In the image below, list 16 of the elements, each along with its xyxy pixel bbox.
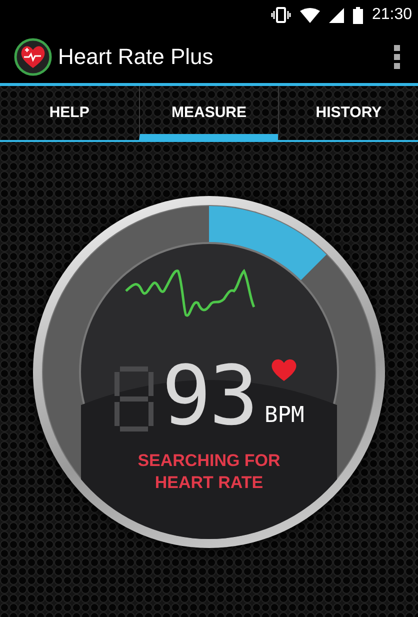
tab[interactable]: HELP [0,86,139,140]
heart-icon [271,357,298,381]
vibrate-icon [270,7,291,23]
heart-rate-reading: 93 [162,362,256,432]
heart-logo-icon [14,38,52,76]
tab[interactable]: HISTORY [278,86,418,140]
battery-icon [352,6,363,24]
signal-icon [328,8,344,22]
digit-segment-ghost-icon [114,366,154,432]
status-message: SEARCHING FOR HEART RATE [138,450,280,494]
overflow-menu-icon [394,44,400,68]
bpm-unit: BPM [264,403,304,428]
wifi-icon [300,8,320,22]
app-title: Heart Rate Plus [58,44,214,70]
tab[interactable]: MEASURE [138,86,278,140]
clock-time: 21:30 [372,6,412,24]
